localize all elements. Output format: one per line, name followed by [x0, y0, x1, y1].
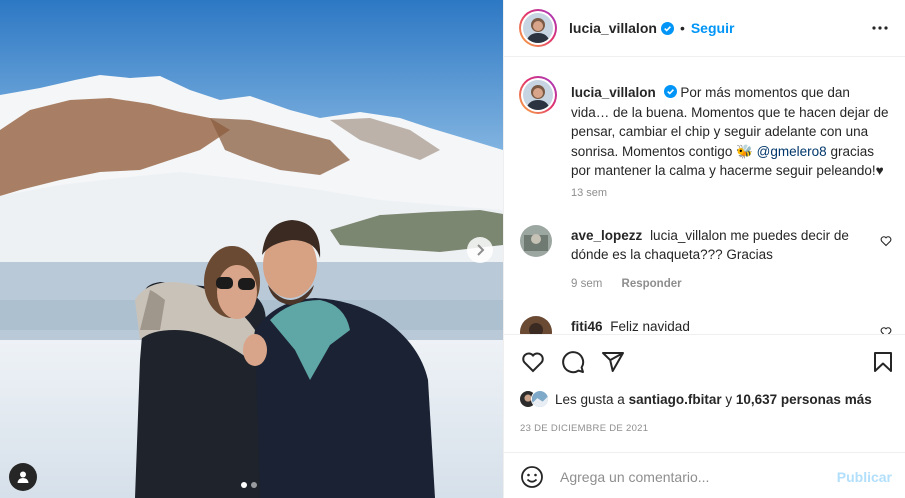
comment-input[interactable] [560, 466, 830, 488]
comment-text: fiti46 Feliz navidad [571, 317, 861, 334]
heart-icon[interactable] [521, 350, 545, 374]
likes-text: Les gusta a santiago.fbitar y 10,637 per… [555, 392, 872, 407]
post-header: lucia_villalon • Seguir [504, 0, 905, 57]
emoji-icon[interactable] [520, 465, 544, 489]
post-details-panel: lucia_villalon • Seguir lucia_villalon P… [503, 0, 905, 498]
caption-avatar-ring[interactable] [519, 76, 557, 114]
verified-icon [660, 21, 674, 35]
comments-section[interactable]: lucia_villalon Por más momentos que dan … [504, 58, 905, 334]
post-photo[interactable] [0, 0, 503, 498]
photo-scene [0, 0, 503, 498]
author-avatar-ring[interactable] [519, 9, 557, 47]
comment-body: Feliz navidad [610, 319, 690, 334]
share-icon[interactable] [601, 350, 625, 374]
caption-timestamp[interactable]: 13 sem [571, 187, 607, 199]
liker-avatar [531, 390, 549, 408]
follow-button[interactable]: Seguir [691, 20, 735, 36]
caption-mention-link[interactable]: @gmelero8 [757, 144, 827, 159]
comment-like-heart-icon[interactable] [880, 326, 892, 334]
author-avatar [523, 13, 553, 43]
reply-button[interactable]: Responder [622, 278, 682, 290]
comment-timestamp[interactable]: 9 sem [571, 278, 602, 290]
carousel-next-button[interactable] [467, 237, 493, 263]
comment-meta: 9 sem Responder [571, 278, 698, 290]
chevron-right-icon [477, 244, 485, 256]
bee-emoji: 🐝 [736, 143, 753, 159]
likes-summary: Les gusta a santiago.fbitar y 10,637 per… [519, 390, 872, 408]
verified-icon [663, 85, 677, 98]
likes-count-link[interactable]: 10,637 personas más [736, 392, 872, 407]
post-date[interactable]: 23 DE DICIEMBRE DE 2021 [520, 423, 648, 434]
add-comment-bar: Publicar [504, 452, 905, 498]
comment-icon[interactable] [561, 350, 585, 374]
publish-button[interactable]: Publicar [837, 469, 892, 485]
likes-prefix: Les gusta a [555, 391, 625, 407]
author-username[interactable]: lucia_villalon [569, 20, 657, 36]
bookmark-icon[interactable] [871, 350, 895, 374]
more-icon [872, 26, 888, 30]
caption-username[interactable]: lucia_villalon [571, 85, 656, 100]
commenter-username[interactable]: ave_lopezz [571, 228, 642, 243]
header-separator: • [679, 20, 685, 36]
liker-username[interactable]: santiago.fbitar [629, 392, 722, 407]
likes-connector: y [725, 391, 733, 407]
carousel-dot [251, 482, 257, 488]
commenter-avatar[interactable] [520, 316, 552, 334]
user-tags-button[interactable] [9, 463, 37, 491]
user-tag-icon [17, 471, 29, 483]
commenter-username[interactable]: fiti46 [571, 319, 603, 334]
more-options-button[interactable] [870, 18, 890, 38]
commenter-avatar[interactable] [520, 225, 552, 257]
caption-avatar [523, 80, 553, 110]
post-actions-bar [504, 334, 905, 384]
carousel-indicator [241, 482, 257, 488]
comment-like-heart-icon[interactable] [880, 235, 892, 247]
carousel-dot-active [241, 482, 247, 488]
comment-text: ave_lopezz lucia_villalon me puedes deci… [571, 226, 861, 264]
caption-text: lucia_villalon Por más momentos que dan … [571, 83, 891, 181]
